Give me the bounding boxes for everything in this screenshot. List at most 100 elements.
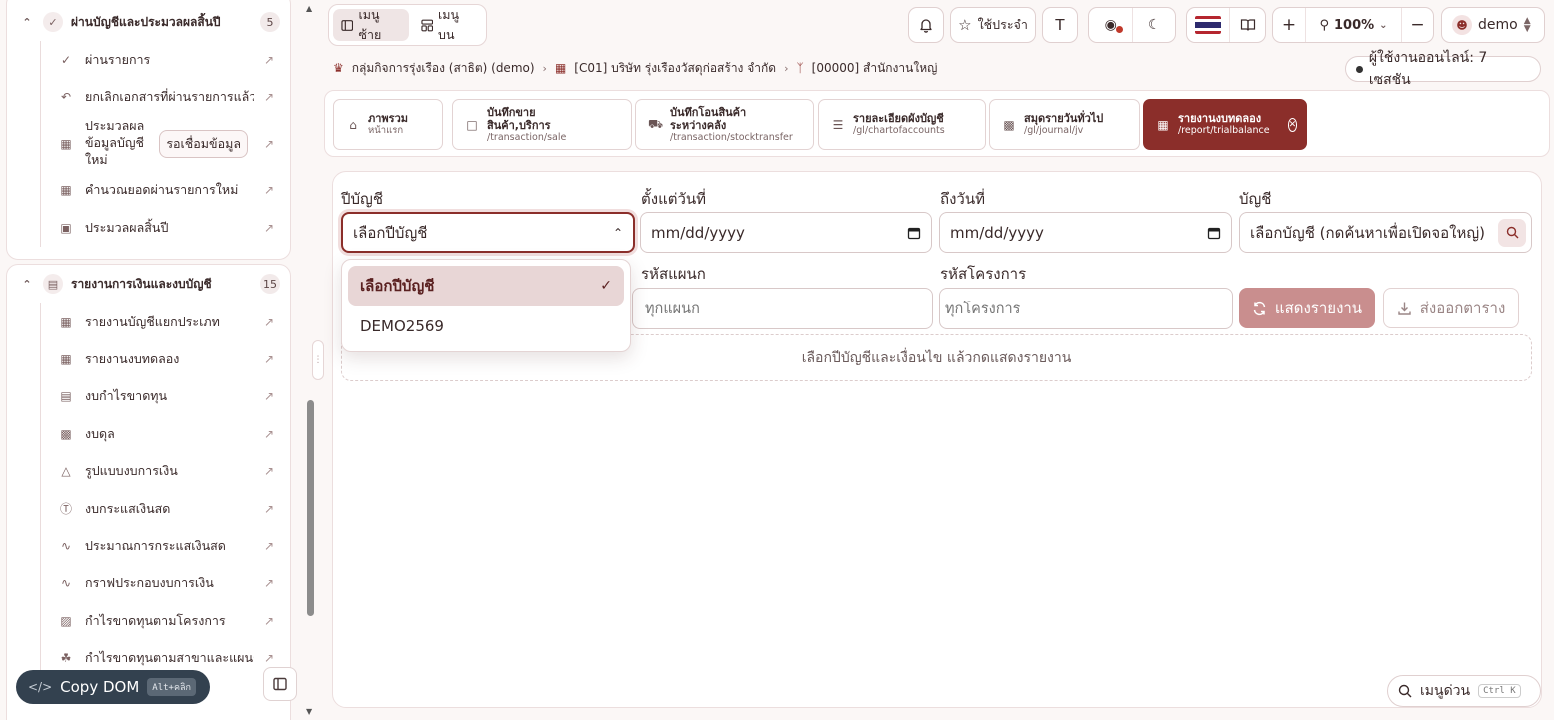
scroll-down-icon[interactable]: ▼ — [306, 707, 312, 716]
zoom-icon: ⚲ — [1319, 17, 1329, 33]
undo-icon: ↶ — [60, 90, 72, 105]
calendar-icon[interactable] — [1207, 226, 1221, 240]
breadcrumb-branch[interactable]: [00000] สำนักงานใหญ่ — [812, 59, 938, 78]
breadcrumb: ♛ กลุ่มกิจการรุ่งเรือง (สาธิต) (demo) › … — [333, 58, 937, 78]
sidebar-item-label: รายงานบัญชีแยกประเภท — [85, 313, 220, 329]
notification-button[interactable] — [908, 7, 944, 43]
external-link-icon[interactable]: ↗ — [264, 502, 278, 516]
palette-button[interactable]: ◉ — [1089, 8, 1132, 42]
dept-field[interactable] — [632, 288, 933, 329]
external-link-icon[interactable]: ↗ — [264, 651, 278, 665]
favorites-button[interactable]: ☆ ใช้ประจำ — [950, 7, 1036, 43]
dark-mode-button[interactable]: ☾ — [1132, 8, 1175, 42]
tab-overview[interactable]: ⌂ ภาพรวม หน้าแรก — [333, 99, 443, 150]
sidebar-item-reprocess[interactable]: ▦ ประมวลผลข้อมูลบัญชีใหม่ รอเชื่อมข้อมูล… — [41, 116, 290, 172]
tab-chartofaccounts[interactable]: ☰ รายละเอียดผังบัญชี/gl/chartofaccounts — [818, 99, 986, 150]
dept-input[interactable] — [645, 300, 922, 317]
dropdown-option[interactable]: DEMO2569 — [348, 306, 624, 346]
from-date-input[interactable]: mm/dd/yyyy — [640, 212, 932, 253]
sidebar-item-label: ประมาณการกระแสเงินสด — [85, 538, 226, 554]
sidebar-item-unpost[interactable]: ↶ ยกเลิกเอกสารที่ผ่านรายการแล้ว ↗ — [41, 78, 290, 115]
show-report-label: แสดงรายงาน — [1274, 299, 1363, 317]
manual-button[interactable] — [1229, 8, 1265, 42]
sidebar-item-year-end[interactable]: ▣ ประมวลผลสิ้นปี ↗ — [41, 209, 290, 246]
bar-chart-icon: ▩ — [60, 426, 72, 441]
project-field[interactable] — [939, 288, 1233, 329]
sidebar-group-header[interactable]: ⌃ ▤ รายงานการเงินและงบบัญชี 15 — [7, 265, 290, 303]
breadcrumb-company[interactable]: [C01] บริษัท รุ่งเรืองวัสดุก่อสร้าง จำกั… — [574, 59, 776, 78]
tab-stocktransfer[interactable]: ⛟ บันทึกโอนสินค้า ระหว่างคลัง/transactio… — [635, 99, 814, 150]
sidebar-item-charts[interactable]: ∿ กราฟประกอบงบการเงิน ↗ — [41, 565, 290, 602]
zoom-value: 100% — [1333, 17, 1375, 33]
external-link-icon[interactable]: ↗ — [264, 221, 278, 235]
user-menu[interactable]: ☻ demo ▲ ▼ — [1441, 7, 1545, 43]
fiscal-year-label: ปีบัญชี — [341, 190, 384, 208]
sidebar-item-project-pl[interactable]: ▨ กำไรขาดทุนตามโครงการ ↗ — [41, 602, 290, 639]
sidebar-item-cashflow[interactable]: Ⓣ งบกระแสเงินสด ↗ — [41, 490, 290, 527]
tab-title: บันทึกขาย สินค้า,บริการ — [487, 105, 551, 132]
tab-trialbalance[interactable]: ▦ รายงานงบทดลอง/report/trialbalance ✕ — [1143, 99, 1307, 150]
sidebar-icon — [341, 19, 354, 31]
sidebar-item-trialbalance[interactable]: ▦ รายงานงบทดลอง ↗ — [41, 340, 290, 377]
to-date-value: mm/dd/yyyy — [950, 223, 1044, 242]
chevron-up-icon: ⌃ — [22, 277, 32, 291]
sidebar-item-ledger[interactable]: ▦ รายงานบัญชีแยกประเภท ↗ — [41, 303, 290, 340]
external-link-icon[interactable]: ↗ — [264, 576, 278, 590]
sidebar-group-title: รายงานการเงินและงบบัญชี — [71, 276, 212, 291]
sidebar-group-header[interactable]: ⌃ ✓ ผ่านบัญชีและประมวลผลสิ้นปี 5 — [7, 3, 290, 41]
calendar-icon[interactable] — [907, 226, 921, 240]
compass-icon: △ — [61, 464, 71, 479]
external-link-icon[interactable]: ↗ — [264, 352, 278, 366]
external-link-icon[interactable]: ↗ — [264, 53, 278, 67]
external-link-icon[interactable]: ↗ — [264, 137, 278, 151]
to-date-input[interactable]: mm/dd/yyyy — [939, 212, 1232, 253]
sidebar-item-balance[interactable]: ▩ งบดุล ↗ — [41, 415, 290, 452]
language-button[interactable] — [1187, 8, 1229, 42]
sidebar-item-statement-format[interactable]: △ รูปแบบงบการเงิน ↗ — [41, 453, 290, 490]
network-icon: ☘ — [60, 651, 72, 666]
show-report-button[interactable]: แสดงรายงาน — [1239, 288, 1375, 328]
project-input[interactable] — [945, 300, 1222, 317]
pending-badge: รอเชื่อมข้อมูล — [159, 129, 248, 158]
resize-handle[interactable]: ⋮ — [312, 340, 324, 380]
favorites-label: ใช้ประจำ — [977, 17, 1028, 32]
dropdown-option[interactable]: เลือกปีบัญชี ✓ — [348, 266, 624, 306]
scroll-up-icon[interactable]: ▲ — [306, 4, 312, 13]
dollar-icon: Ⓣ — [59, 502, 72, 517]
locale-group — [1186, 7, 1266, 43]
quick-menu-button[interactable]: เมนูด่วน Ctrl K — [1387, 675, 1541, 707]
sidebar-item-cashflow-forecast[interactable]: ∿ ประมาณการกระแสเงินสด ↗ — [41, 527, 290, 564]
external-link-icon[interactable]: ↗ — [264, 614, 278, 628]
close-tab-icon[interactable]: ✕ — [1287, 117, 1298, 132]
external-link-icon[interactable]: ↗ — [264, 427, 278, 441]
sidebar-item-post[interactable]: ✓ ผ่านรายการ ↗ — [41, 41, 290, 78]
account-search-button[interactable] — [1498, 218, 1526, 247]
external-link-icon[interactable]: ↗ — [264, 183, 278, 197]
sidebar-item-recalc[interactable]: ▦ คำนวณยอดผ่านรายการใหม่ ↗ — [41, 172, 290, 209]
sidebar-item-label: งบกำไรขาดทุน — [85, 388, 168, 404]
zoom-in-button[interactable]: + — [1273, 8, 1305, 42]
export-table-button[interactable]: ส่งออกตาราง — [1383, 288, 1519, 328]
fiscal-year-select[interactable]: เลือกปีบัญชี ⌃ — [341, 212, 635, 253]
menu-left-toggle[interactable]: เมนูซ้าย — [333, 7, 409, 42]
copy-dom-button[interactable]: </> Copy DOM Alt+คลิก — [16, 670, 210, 704]
layout-grid-icon — [420, 19, 433, 31]
shortcut-hint: Alt+คลิก — [147, 678, 196, 696]
external-link-icon[interactable]: ↗ — [264, 315, 278, 329]
account-picker[interactable]: เลือกบัญชี (กดค้นหาเพื่อเปิดจอใหญ่) — [1239, 212, 1532, 253]
sidebar-item-income[interactable]: ▤ งบกำไรขาดทุน ↗ — [41, 378, 290, 415]
menu-top-toggle[interactable]: เมนูบน — [413, 7, 482, 42]
external-link-icon[interactable]: ↗ — [264, 539, 278, 553]
breadcrumb-group[interactable]: กลุ่มกิจการรุ่งเรือง (สาธิต) (demo) — [352, 59, 535, 78]
collapse-sidebar-button[interactable] — [263, 667, 297, 701]
zoom-select[interactable]: ⚲ 100% ⌄ — [1305, 8, 1401, 42]
tab-sale[interactable]: □ บันทึกขาย สินค้า,บริการ/transaction/sa… — [452, 99, 632, 150]
external-link-icon[interactable]: ↗ — [264, 90, 278, 104]
tab-journal[interactable]: ▩ สมุดรายวันทั่วไป/gl/journal/jv — [989, 99, 1140, 150]
external-link-icon[interactable]: ↗ — [264, 389, 278, 403]
project-label: รหัสโครงการ — [940, 265, 1027, 283]
external-link-icon[interactable]: ↗ — [264, 464, 278, 478]
zoom-out-button[interactable]: − — [1401, 8, 1433, 42]
scrollbar-thumb[interactable] — [307, 400, 314, 616]
font-size-button[interactable]: T — [1042, 7, 1078, 43]
